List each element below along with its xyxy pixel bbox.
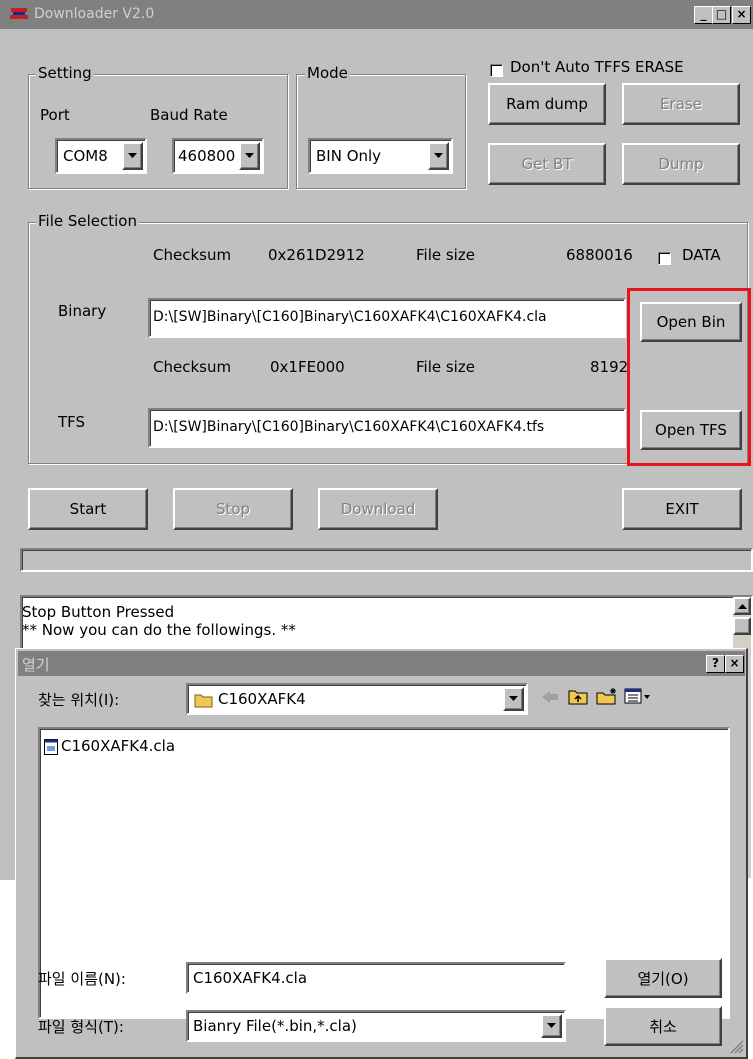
binary-filesize-label: File size	[416, 246, 475, 264]
new-folder-icon[interactable]	[596, 687, 618, 705]
tfs-path-value: D:\[SW]Binary\[C160]Binary\C160XAFK4\C16…	[153, 419, 545, 435]
baud-rate-select-value: 460800	[178, 147, 236, 165]
dialog-help-button[interactable]: ?	[706, 655, 725, 673]
mode-group-label: Mode	[305, 64, 350, 82]
setting-group-label: Setting	[36, 64, 94, 82]
dump-button[interactable]: Dump	[622, 143, 740, 185]
look-in-label: 찾는 위치(I):	[38, 691, 120, 709]
mode-dropdown-button[interactable]	[428, 142, 449, 170]
binary-path-field[interactable]: D:\[SW]Binary\[C160]Binary\C160XAFK4\C16…	[148, 298, 626, 338]
binary-path-value: D:\[SW]Binary\[C160]Binary\C160XAFK4\C16…	[153, 309, 547, 325]
folder-icon	[194, 694, 213, 708]
chevron-down-icon	[434, 153, 443, 158]
chevron-down-icon	[245, 153, 254, 158]
scroll-thumb[interactable]	[733, 617, 751, 635]
dont-auto-tffs-erase-checkbox[interactable]	[490, 64, 503, 77]
port-select[interactable]: COM8	[55, 138, 147, 174]
chevron-up-icon	[738, 604, 747, 609]
highlight-annotation-box	[627, 288, 751, 466]
data-checkbox[interactable]	[658, 252, 671, 265]
dialog-titlebar[interactable]: 열기 ? ×	[18, 651, 745, 676]
minimize-button[interactable]: _	[694, 6, 713, 24]
app-icon	[10, 8, 28, 19]
tfs-checksum-label: Checksum	[153, 358, 232, 376]
filetype-select[interactable]: Bianry File(*.bin,*.cla)	[186, 1010, 566, 1042]
baud-rate-label: Baud Rate	[150, 106, 228, 124]
dialog-cancel-button[interactable]: 취소	[604, 1006, 722, 1046]
filetype-select-value: Bianry File(*.bin,*.cla)	[193, 1017, 357, 1035]
ram-dump-button[interactable]: Ram dump	[488, 83, 606, 125]
up-folder-icon[interactable]	[568, 687, 588, 705]
baud-rate-select[interactable]: 460800	[172, 138, 264, 174]
look-in-value: C160XAFK4	[218, 690, 306, 708]
back-arrow-icon[interactable]	[542, 690, 560, 704]
window-title: Downloader V2.0	[34, 6, 155, 22]
port-label: Port	[40, 106, 70, 124]
file-icon	[44, 739, 58, 755]
view-menu-icon[interactable]	[624, 688, 652, 704]
downloader-titlebar[interactable]: Downloader V2.0 _ □ ×	[0, 0, 753, 29]
tfs-row-label: TFS	[58, 413, 86, 431]
mode-select-value: BIN Only	[316, 147, 382, 165]
mode-select[interactable]: BIN Only	[308, 138, 453, 174]
stop-button[interactable]: Stop	[173, 488, 293, 530]
tfs-filesize-label: File size	[416, 358, 475, 376]
tfs-checksum-value: 0x1FE000	[270, 358, 345, 376]
port-select-value: COM8	[63, 147, 108, 165]
tfs-filesize-value: 8192	[590, 358, 629, 376]
erase-button[interactable]: Erase	[622, 83, 740, 125]
log-line-2: ** Now you can do the followings. **	[22, 621, 296, 639]
start-button[interactable]: Start	[28, 488, 148, 530]
filetype-label: 파일 형식(T):	[38, 1018, 124, 1036]
baud-dropdown-button[interactable]	[239, 142, 260, 170]
chevron-down-icon	[547, 1023, 556, 1028]
exit-button[interactable]: EXIT	[622, 488, 742, 530]
chevron-down-icon	[128, 153, 137, 158]
scroll-up-button[interactable]	[733, 597, 751, 615]
file-list-item-name: C160XAFK4.cla	[61, 737, 176, 755]
filename-input-value: C160XAFK4.cla	[193, 969, 308, 987]
look-in-select[interactable]: C160XAFK4	[186, 683, 528, 715]
log-line-1: Stop Button Pressed	[22, 603, 175, 621]
download-button[interactable]: Download	[318, 488, 438, 530]
filename-input[interactable]: C160XAFK4.cla	[186, 962, 566, 994]
dialog-open-button[interactable]: 열기(O)	[604, 958, 722, 998]
dont-auto-tffs-erase-label: Don't Auto TFFS ERASE	[510, 58, 684, 76]
file-selection-group-label: File Selection	[36, 212, 139, 230]
data-checkbox-label: DATA	[682, 246, 721, 264]
chevron-down-icon	[509, 696, 518, 701]
tfs-path-field[interactable]: D:\[SW]Binary\[C160]Binary\C160XAFK4\C16…	[148, 408, 626, 448]
close-button[interactable]: ×	[732, 6, 751, 24]
filename-label: 파일 이름(N):	[38, 970, 126, 988]
file-list-item[interactable]: C160XAFK4.cla	[44, 737, 244, 757]
port-dropdown-button[interactable]	[122, 142, 143, 170]
look-in-dropdown-button[interactable]	[503, 687, 524, 711]
maximize-button[interactable]: □	[712, 6, 731, 24]
dialog-title: 열기	[22, 656, 50, 674]
get-bt-button[interactable]: Get BT	[488, 143, 606, 185]
binary-checksum-label: Checksum	[153, 246, 232, 264]
binary-row-label: Binary	[58, 302, 107, 320]
filetype-dropdown-button[interactable]	[541, 1014, 562, 1038]
progress-bar	[20, 548, 753, 572]
resize-grip-icon[interactable]	[730, 1040, 744, 1054]
dialog-close-button[interactable]: ×	[725, 655, 744, 673]
binary-filesize-value: 6880016	[566, 246, 633, 264]
binary-checksum-value: 0x261D2912	[268, 246, 365, 264]
